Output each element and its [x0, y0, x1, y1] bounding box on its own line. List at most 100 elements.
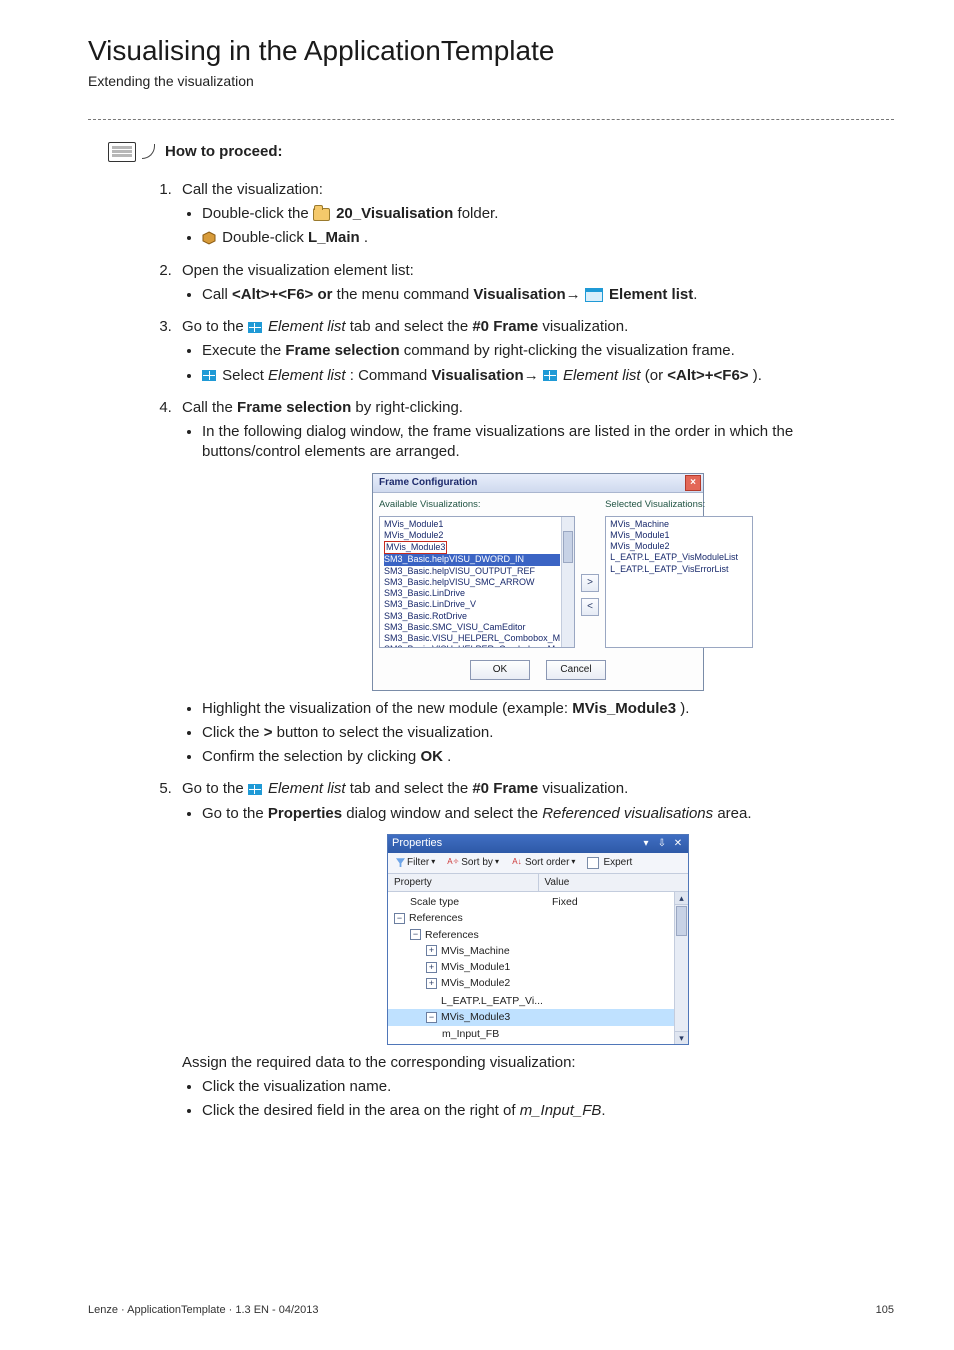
tab-name: Element list	[268, 780, 346, 797]
list-item[interactable]: L_EATP.L_EATP_VisErrorList	[610, 564, 738, 575]
properties-panel: Properties ▾ ⇩ ✕ Filter ▾ A✧ S	[387, 834, 689, 1045]
curve-icon	[142, 144, 155, 159]
close-icon[interactable]: ✕	[672, 838, 684, 850]
right-button-label: >	[264, 724, 273, 741]
prop-name: L_EATP.L_EATP_Vi...	[441, 994, 543, 1008]
move-right-button[interactable]: >	[581, 574, 599, 592]
prop-name: References	[409, 911, 463, 925]
module-name: MVis_Module3	[572, 700, 676, 717]
step-4: Call the Frame selection by right-clicki…	[176, 398, 894, 767]
folder-name: 20_Visualisation	[336, 205, 453, 222]
list-item[interactable]: SM3_Basic.RotDrive	[384, 611, 560, 622]
table-row[interactable]: m_Input_FB	[388, 1026, 688, 1042]
pin-icon[interactable]: ⇩	[656, 838, 668, 850]
available-label: Available Visualizations:	[379, 499, 575, 512]
list-item[interactable]: MVis_Module2	[610, 541, 738, 552]
list-item[interactable]: MVis_Module1	[610, 530, 738, 541]
frame0: #0 Frame	[472, 318, 538, 335]
table-row-selected[interactable]: −MVis_Module3	[388, 1009, 688, 1025]
expand-icon[interactable]: +	[426, 945, 437, 956]
sort-order-button[interactable]: A↓ Sort order ▾	[507, 854, 579, 872]
step-3-bullet-2: Select Element list : Command Visualisat…	[202, 366, 894, 386]
expand-icon[interactable]: +	[426, 978, 437, 989]
sort-by-button[interactable]: A✧ Sort by ▾	[443, 854, 503, 872]
list-item[interactable]: SM3_Basic.helpVISU_OUTPUT_REF	[384, 566, 560, 577]
expand-icon[interactable]: +	[426, 962, 437, 973]
chevron-down-icon: ▾	[431, 857, 435, 868]
chevron-down-icon: ▾	[571, 857, 575, 868]
text: Go to the	[182, 780, 248, 797]
tab-name: Element list	[268, 318, 346, 335]
ok-button[interactable]: OK	[470, 660, 530, 680]
dropdown-icon[interactable]: ▾	[640, 838, 652, 850]
step-1-text: Call the visualization:	[182, 181, 323, 198]
properties-body: Scale type Fixed −References −References	[388, 892, 688, 1044]
collapse-icon[interactable]: −	[410, 929, 421, 940]
element-list: Element list	[268, 367, 346, 384]
list-item[interactable]: L_EATP.L_EATP_VisModuleList	[610, 552, 738, 563]
table-row[interactable]: L_EATP.L_EATP_Vi...	[388, 993, 688, 1009]
scroll-thumb[interactable]	[563, 531, 573, 563]
properties-toolbar: Filter ▾ A✧ Sort by ▾ A↓ Sort order ▾	[388, 853, 688, 874]
procedure-list: Call the visualization: Double-click the…	[176, 180, 894, 1122]
text: (or	[645, 367, 668, 384]
table-row[interactable]: +MVis_Module2	[388, 975, 688, 991]
frame0: #0 Frame	[472, 780, 538, 797]
filter-button[interactable]: Filter ▾	[392, 854, 439, 872]
frame-configuration-dialog: Frame Configuration × Available Visualiz…	[372, 473, 704, 691]
step-3: Go to the Element list tab and select th…	[176, 317, 894, 386]
step-5-bullet-1: Go to the Properties dialog window and s…	[202, 804, 894, 824]
available-listbox[interactable]: MVis_Module1 MVis_Module2 MVis_Module3 S…	[379, 516, 575, 648]
collapse-icon[interactable]: −	[426, 1012, 437, 1023]
text: In the following dialog window, the fram…	[202, 423, 793, 460]
scroll-thumb[interactable]	[676, 906, 687, 936]
step-3-bullet-1: Execute the Frame selection command by r…	[202, 341, 894, 361]
checkbox-icon	[587, 857, 599, 869]
text: Highlight the visualization of the new m…	[202, 700, 572, 717]
list-item[interactable]: SM3_Basic.LinDrive	[384, 588, 560, 599]
selected-listbox[interactable]: MVis_Machine MVis_Module1 MVis_Module2 L…	[605, 516, 753, 648]
scrollbar[interactable]: ▴ ▾	[674, 892, 688, 1044]
text: button to select the visualization.	[277, 724, 494, 741]
list-item[interactable]: SM3_Basic.SMC_VISU_CamEditor	[384, 622, 560, 633]
frame-selection: Frame selection	[285, 342, 399, 359]
list-item[interactable]: SM3_Basic.LinDrive_V	[384, 599, 560, 610]
list-item[interactable]: MVis_Module3	[384, 541, 560, 554]
list-item[interactable]: SM3_Basic.helpVISU_DWORD_IN	[384, 554, 560, 565]
list-item[interactable]: SM3_Basic.helpVISU_SMC_ARROW	[384, 577, 560, 588]
list-item[interactable]: SM3_Basic.VISU_HELPER_Combobox_M	[384, 644, 560, 647]
list-item[interactable]: MVis_Machine	[610, 519, 738, 530]
selected-label: Selected Visualizations:	[605, 499, 753, 512]
text: Execute the	[202, 342, 285, 359]
property-header: Property	[388, 874, 539, 892]
shortcut: <Alt>+<F6> or	[232, 286, 332, 303]
properties-label: Properties	[268, 805, 342, 822]
expert-checkbox[interactable]: Expert	[583, 854, 636, 872]
scroll-down-icon[interactable]: ▾	[675, 1031, 688, 1044]
scroll-up-icon[interactable]: ▴	[675, 892, 688, 905]
sheet-icon	[108, 142, 136, 162]
scrollbar[interactable]	[561, 517, 574, 647]
text: Call	[202, 286, 232, 303]
element-list-icon	[202, 370, 216, 381]
list-item[interactable]: MVis_Module2	[384, 530, 560, 541]
selected-visualizations-column: Selected Visualizations: MVis_Machine MV…	[605, 499, 753, 648]
step-1-bullet-2: Double-click L_Main .	[202, 228, 894, 248]
collapse-icon[interactable]: −	[394, 913, 405, 924]
table-row[interactable]: −References	[388, 927, 688, 943]
prop-name: m_Input_FB	[442, 1027, 499, 1041]
close-button[interactable]: ×	[685, 475, 701, 491]
referenced-visualisations: Referenced visualisations	[542, 805, 713, 822]
list-item[interactable]: SM3_Basic.VISU_HELPERL_Combobox_M	[384, 633, 560, 644]
table-row[interactable]: +MVis_Machine	[388, 943, 688, 959]
folder-icon	[313, 208, 330, 221]
table-row[interactable]: +MVis_Module1	[388, 959, 688, 975]
cancel-button[interactable]: Cancel	[546, 660, 606, 680]
list-item[interactable]: MVis_Module1	[384, 519, 560, 530]
properties-titlebar: Properties ▾ ⇩ ✕	[388, 835, 688, 853]
table-row[interactable]: −References	[388, 910, 688, 926]
table-row[interactable]: Scale type Fixed	[388, 894, 688, 910]
step-1: Call the visualization: Double-click the…	[176, 180, 894, 249]
move-left-button[interactable]: <	[581, 598, 599, 616]
how-to-proceed-heading: How to proceed:	[108, 142, 894, 162]
